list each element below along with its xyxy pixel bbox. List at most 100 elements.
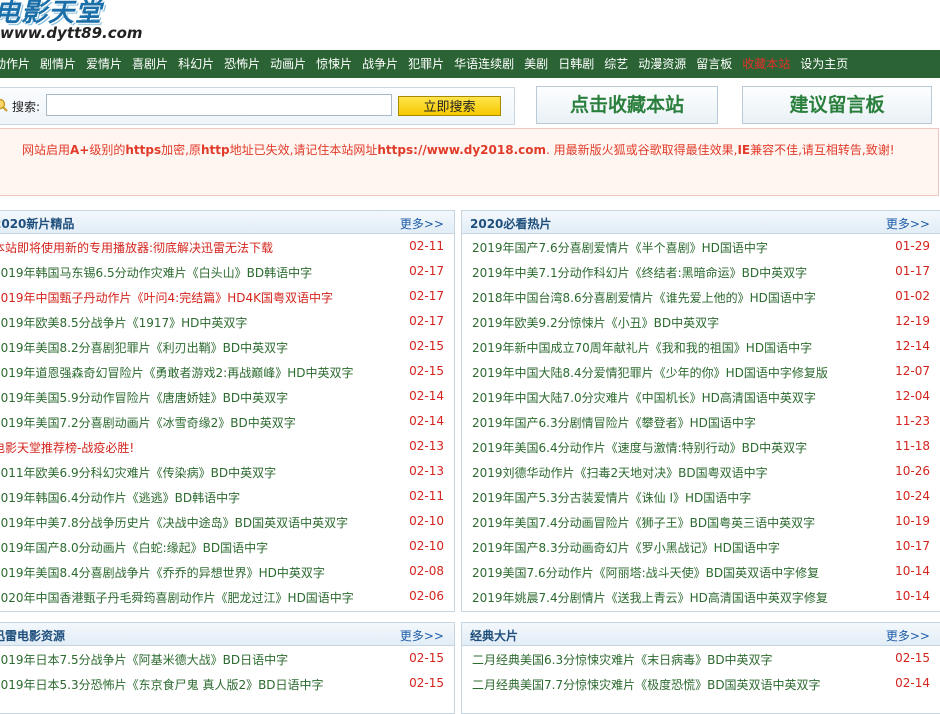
movie-link[interactable]: 2019年韩国马东锡6.5分动作灾难片《白头山》BD韩语中字 [0,264,312,281]
nav-item-crime[interactable]: 犯罪片 [408,50,444,78]
search-input[interactable] [46,94,392,116]
movie-link[interactable]: 2019年欧美8.5分战争片《1917》HD中英双字 [0,314,247,331]
movie-link[interactable]: 2019年美国8.2分喜剧犯罪片《利刃出鞘》BD中英双字 [0,339,288,356]
nav-item-horror[interactable]: 恐怖片 [224,50,260,78]
movie-date: 02-17 [409,289,444,303]
movie-link[interactable]: 2019美国7.6分动作片《阿丽塔:战斗天使》BD国英双语中字修复 [472,564,819,581]
nav-item-scifi[interactable]: 科幻片 [178,50,214,78]
more-link[interactable]: 更多>> [400,215,444,232]
list-item: 电影天堂推荐榜-战疫必胜! 02-13 [0,434,454,459]
list-item: 2019年国产8.0分动画片《白蛇:缘起》BD国语中字 02-10 [0,534,454,559]
list-item: 2019年中国大陆8.4分爱情犯罪片《少年的你》HD国语中字修复版 12-07 [462,359,940,384]
movie-date: 02-10 [409,514,444,528]
search-button[interactable]: 立即搜索 [398,96,501,116]
movie-link[interactable]: 2019年日本7.5分战争片《阿基米德大战》BD日语中字 [0,651,288,668]
list-item: 2019年中国甄子丹动作片《叶问4:完结篇》HD4K国粤双语中字 02-17 [0,284,454,309]
nav-item-war[interactable]: 战争片 [362,50,398,78]
nav-item-jk-series[interactable]: 日韩剧 [558,50,594,78]
nav-item-bookmark[interactable]: 收藏本站 [742,50,790,78]
list-item: 2019年美国6.4分动作片《速度与激情:特别行动》BD中英双字 11-18 [462,434,940,459]
movie-link[interactable]: 2019年国产8.3分动画奇幻片《罗小黑战记》HD国语中字 [472,539,780,556]
more-link[interactable]: 更多>> [886,215,930,232]
movie-link[interactable]: 2019年国产8.0分动画片《白蛇:缘起》BD国语中字 [0,539,268,556]
movie-link[interactable]: 2019刘德华动作片《扫毒2天地对决》BD国粤双语中字 [472,464,768,481]
nav-item-us-series[interactable]: 美剧 [524,50,548,78]
movie-link[interactable]: 电影天堂推荐榜-战疫必胜! [0,439,134,456]
site-logo[interactable]: 电影天堂 www.dytt89.com [0,0,150,48]
movie-link[interactable]: 二月经典美国7.7分惊悚灾难片《极度恐慌》BD国英双语中英双字 [472,676,821,693]
nav-item-anime[interactable]: 动漫资源 [638,50,686,78]
movie-link[interactable]: 2011年欧美6.9分科幻灾难片《传染病》BD中英双字 [0,464,276,481]
movie-date: 02-14 [409,414,444,428]
list-item: 2019年中美7.8分战争历史片《决战中途岛》BD国英双语中英双字 02-10 [0,509,454,534]
movie-date: 02-11 [409,489,444,503]
movie-date: 10-17 [895,539,930,553]
movie-link[interactable]: 2020年中国香港甄子丹毛舜筠喜剧动作片《肥龙过江》HD国语中字 [0,589,354,606]
panel-header: 2020必看热片 更多>> [462,211,940,234]
movie-link[interactable]: 2019年国产7.6分喜剧爱情片《半个喜剧》HD国语中字 [472,239,768,256]
movie-link[interactable]: 2019年韩国6.4分动作片《逃逃》BD韩语中字 [0,489,240,506]
movie-date: 02-06 [409,589,444,603]
movie-date: 10-14 [895,564,930,578]
nav-item-variety[interactable]: 综艺 [604,50,628,78]
nav-item-thriller[interactable]: 惊悚片 [316,50,352,78]
movie-link[interactable]: 2019年美国7.4分动画冒险片《狮子王》BD国粤英三语中英双字 [472,514,815,531]
movie-link[interactable]: 2019年美国6.4分动作片《速度与激情:特别行动》BD中英双字 [472,439,807,456]
list-item: 2019年韩国马东锡6.5分动作灾难片《白头山》BD韩语中字 02-17 [0,259,454,284]
movie-link[interactable]: 本站即将使用新的专用播放器:彻底解决迅雷无法下载 [0,239,273,256]
movie-date: 01-02 [895,289,930,303]
bookmark-button[interactable]: 点击收藏本站 [536,86,718,124]
panel-title: 经典大片 [470,629,519,643]
nav-item-drama[interactable]: 剧情片 [40,50,76,78]
movie-date: 02-15 [409,364,444,378]
list-item: 2019年欧美9.2分惊悚片《小丑》BD中英双字 12-19 [462,309,940,334]
movie-link[interactable]: 2019年道恩强森奇幻冒险片《勇敢者游戏2:再战巅峰》HD中英双字 [0,364,353,381]
movie-date: 02-15 [895,651,930,665]
category-nav: 动作片 剧情片 爱情片 喜剧片 科幻片 恐怖片 动画片 惊悚片 战争片 犯罪片 华语连续剧 美剧 日韩剧… [0,50,940,78]
list-item: 2019年欧美8.5分战争片《1917》HD中英双字 02-17 [0,309,454,334]
panel-header: 经典大片 更多>> [462,623,940,646]
movie-link[interactable]: 2019年国产6.3分剧情冒险片《攀登者》HD国语中字 [472,414,756,431]
movie-link[interactable]: 2019年中国大陆7.0分灾难片《中国机长》HD高清国语中英双字 [472,389,816,406]
movie-date: 12-19 [895,314,930,328]
movie-link[interactable]: 2019年日本5.3分恐怖片《东京食尸鬼 真人版2》BD日语中字 [0,676,324,693]
nav-item-chinese-series[interactable]: 华语连续剧 [454,50,514,78]
nav-item-romance[interactable]: 爱情片 [86,50,122,78]
more-link[interactable]: 更多>> [886,627,930,644]
nav-item-guestbook[interactable]: 留言板 [696,50,732,78]
movie-link[interactable]: 2019年美国7.2分喜剧动画片《冰雪奇缘2》BD中英双字 [0,414,296,431]
movie-date: 10-19 [895,514,930,528]
movie-link[interactable]: 2019年新中国成立70周年献礼片《我和我的祖国》HD国语中字 [472,339,812,356]
list-item: 2019年美国7.4分动画冒险片《狮子王》BD国粤英三语中英双字 10-19 [462,509,940,534]
movie-date: 02-17 [409,264,444,278]
movie-link[interactable]: 2019年中美7.1分动作科幻片《终结者:黑暗命运》BD中英双字 [472,264,807,281]
movie-link[interactable]: 2019年中美7.8分战争历史片《决战中途岛》BD国英双语中英双字 [0,514,348,531]
movie-link[interactable]: 2019年国产5.3分古装爱情片《诛仙 I》HD国语中字 [472,489,751,506]
panel-hot-picks: 2020必看热片 更多>> 2019年国产7.6分喜剧爱情片《半个喜剧》HD国语中字… [461,210,940,612]
nav-item-set-homepage[interactable]: 设为主页 [800,50,848,78]
list-item: 2019年美国8.2分喜剧犯罪片《利刃出鞘》BD中英双字 02-15 [0,334,454,359]
movie-link[interactable]: 2019年中国大陆8.4分爱情犯罪片《少年的你》HD国语中字修复版 [472,364,828,381]
notice-text: 网站启用A+级别的https加密,原http地址已失效,请记住本站网址https… [22,143,895,157]
nav-item-animation[interactable]: 动画片 [270,50,306,78]
movie-link[interactable]: 2019年中国甄子丹动作片《叶问4:完结篇》HD4K国粤双语中字 [0,289,333,306]
list-item: 2019年国产5.3分古装爱情片《诛仙 I》HD国语中字 10-24 [462,484,940,509]
movie-link[interactable]: 二月经典美国6.3分惊悚灾难片《末日病毒》BD中英双字 [472,651,773,668]
list-item: 2020年中国香港甄子丹毛舜筠喜剧动作片《肥龙过江》HD国语中字 02-06 [0,584,454,609]
movie-link[interactable]: 2018年中国台湾8.6分喜剧爱情片《谁先爱上他的》HD国语中字 [472,289,816,306]
movie-link[interactable]: 2019年美国5.9分动作冒险片《唐唐娇娃》BD中英双字 [0,389,288,406]
list-item: 2019年新中国成立70周年献礼片《我和我的祖国》HD国语中字 12-14 [462,334,940,359]
nav-item-action[interactable]: 动作片 [0,50,30,78]
panel-title: 2020必看热片 [470,217,552,231]
message-board-button[interactable]: 建议留言板 [742,86,932,124]
movie-link[interactable]: 2019年姚晨7.4分剧情片《送我上青云》HD高清国语中英双字修复 [472,589,828,606]
movie-date: 02-15 [409,651,444,665]
movie-link[interactable]: 2019年欧美9.2分惊悚片《小丑》BD中英双字 [472,314,719,331]
movie-link[interactable]: 2019年美国8.4分喜剧战争片《乔乔的异想世界》HD中英双字 [0,564,325,581]
movie-date: 10-26 [895,464,930,478]
list-item: 2019年日本7.5分战争片《阿基米德大战》BD日语中字 02-15 [0,646,454,671]
list-item: 2019年韩国6.4分动作片《逃逃》BD韩语中字 02-11 [0,484,454,509]
search-bar: 搜索: 立即搜索 [0,87,515,125]
more-link[interactable]: 更多>> [400,627,444,644]
nav-item-comedy[interactable]: 喜剧片 [132,50,168,78]
